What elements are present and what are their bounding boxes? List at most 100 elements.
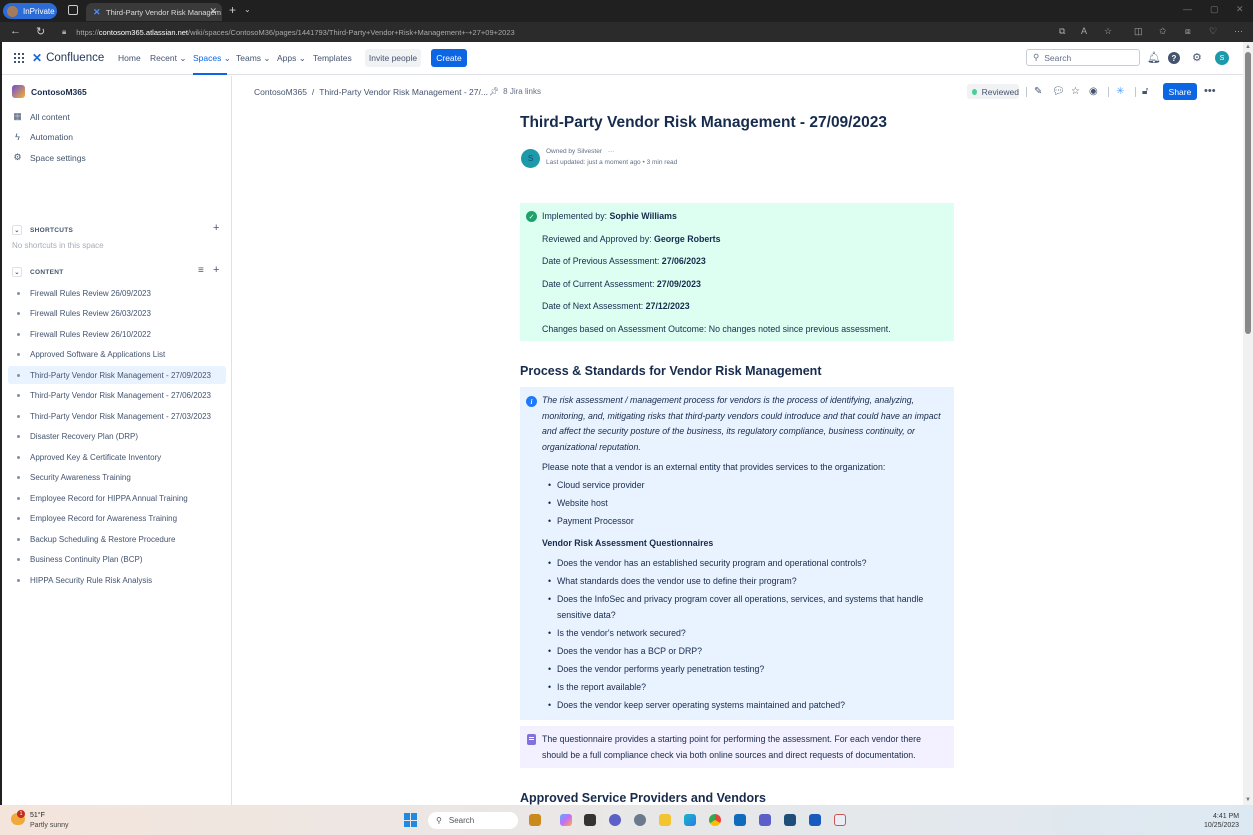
notifications-icon[interactable]: 🔔︎: [1147, 51, 1161, 64]
user-avatar[interactable]: S: [1215, 51, 1229, 65]
favorites-icon[interactable]: ✩: [1159, 26, 1167, 37]
url-field[interactable]: 🔒︎ https://contosom365.atlassian.net/wik…: [62, 25, 1062, 39]
star-icon[interactable]: ☆: [1071, 86, 1080, 97]
nav-spaces[interactable]: Spaces ⌄: [193, 53, 231, 64]
back-icon[interactable]: ←: [10, 25, 21, 37]
settings-app-icon[interactable]: [634, 814, 646, 826]
teams-icon[interactable]: [759, 814, 771, 826]
teams-chat-icon[interactable]: [609, 814, 621, 826]
sidebar-page-item[interactable]: Approved Software & Applications List: [8, 346, 226, 364]
sidebar-page-item[interactable]: Third-Party Vendor Risk Management - 27/…: [8, 366, 226, 384]
jira-links-button[interactable]: 📌︎ 8 Jira links: [489, 87, 541, 96]
weather-desc[interactable]: Partly sunny: [30, 822, 69, 829]
snipping-tool-icon[interactable]: [834, 814, 846, 826]
sidebar-page-item[interactable]: Business Continuity Plan (BCP): [8, 551, 226, 569]
nav-apps[interactable]: Apps ⌄: [277, 53, 306, 64]
owner-avatar[interactable]: S: [521, 149, 540, 168]
favorite-star-icon[interactable]: ☆: [1104, 26, 1112, 37]
scroll-up-icon[interactable]: ▲: [1245, 44, 1251, 50]
browser-essentials-icon[interactable]: ♡: [1209, 26, 1217, 37]
nav-teams[interactable]: Teams ⌄: [236, 53, 271, 64]
refresh-icon[interactable]: ↻: [36, 25, 45, 38]
split-screen-icon[interactable]: ◫: [1134, 26, 1143, 37]
maximize-icon[interactable]: ▢: [1210, 4, 1219, 15]
search-input[interactable]: ⚲ Search: [1026, 49, 1140, 66]
copilot-icon[interactable]: [560, 814, 572, 826]
app-available-icon[interactable]: ⧉: [1059, 26, 1065, 37]
help-icon[interactable]: ?: [1168, 52, 1180, 64]
sidebar-page-item[interactable]: Approved Key & Certificate Inventory: [8, 448, 226, 466]
breadcrumb-space-link[interactable]: ContosoM365: [254, 87, 307, 97]
chevron-down-icon[interactable]: ⌄: [12, 267, 22, 277]
close-window-icon[interactable]: ✕: [1236, 4, 1244, 15]
tab-list-chevron-icon[interactable]: ⌄: [244, 5, 251, 14]
tab-actions-icon[interactable]: [68, 5, 78, 15]
sidebar-page-item[interactable]: Employee Record for Awareness Training: [8, 510, 226, 528]
clock-date[interactable]: 10/25/2023: [1204, 822, 1239, 829]
collections-icon[interactable]: ⧈: [1185, 26, 1191, 37]
chevron-down-icon[interactable]: ⌄: [12, 225, 22, 235]
sidebar-page-item[interactable]: Third-Party Vendor Risk Management - 27/…: [8, 387, 226, 405]
sidebar-page-item[interactable]: Firewall Rules Review 26/10/2022: [8, 325, 226, 343]
filter-icon[interactable]: ≡: [198, 265, 204, 276]
breadcrumb-page-link[interactable]: Third-Party Vendor Risk Management - 27/…: [319, 87, 488, 97]
edge-icon[interactable]: [684, 814, 696, 826]
windows-start-icon[interactable]: [404, 813, 418, 827]
more-actions-icon[interactable]: •••: [1204, 85, 1216, 97]
edit-pencil-icon[interactable]: ✎: [1034, 86, 1042, 97]
invite-people-button[interactable]: Invite people: [365, 49, 421, 67]
browser-tab-active[interactable]: ✕ Third-Party Vendor Risk Managem ✕: [86, 3, 222, 21]
sidebar-item-space-settings[interactable]: ⚙ Space settings: [12, 152, 85, 163]
briefcase-app-icon[interactable]: [529, 814, 541, 826]
word-icon[interactable]: [809, 814, 821, 826]
sidebar-page-item[interactable]: HIPPA Security Rule Risk Analysis: [8, 571, 226, 589]
minimize-icon[interactable]: —: [1183, 4, 1192, 14]
read-aloud-icon[interactable]: A: [1081, 26, 1087, 36]
sidebar-page-item[interactable]: Third-Party Vendor Risk Management - 27/…: [8, 407, 226, 425]
browser-menu-icon[interactable]: ···: [1234, 26, 1243, 36]
outlook-icon[interactable]: [734, 814, 746, 826]
add-shortcut-icon[interactable]: +: [213, 222, 219, 234]
sidebar-page-item[interactable]: Disaster Recovery Plan (DRP): [8, 428, 226, 446]
new-tab-icon[interactable]: +: [229, 3, 236, 17]
sidebar-page-item[interactable]: Firewall Rules Review 26/03/2023: [8, 305, 226, 323]
sidebar-page-item[interactable]: Backup Scheduling & Restore Procedure: [8, 530, 226, 548]
inprivate-profile-button[interactable]: InPrivate: [3, 3, 57, 19]
page-scrollbar[interactable]: ▲ ▼: [1243, 42, 1253, 805]
shortcuts-section-header[interactable]: ⌄ SHORTCUTS: [12, 225, 73, 235]
chevron-down-icon: ⌄: [263, 53, 271, 63]
sidebar-page-item[interactable]: Firewall Rules Review 26/09/2023: [8, 284, 226, 302]
status-badge[interactable]: Reviewed: [967, 84, 1019, 99]
comment-icon[interactable]: 💬︎: [1052, 86, 1065, 97]
chrome-icon[interactable]: [709, 814, 721, 826]
file-explorer-icon[interactable]: [659, 814, 671, 826]
sidebar-item-all-content[interactable]: ▦ All content: [12, 111, 69, 122]
nav-templates[interactable]: Templates: [313, 53, 352, 63]
scrollbar-thumb[interactable]: [1245, 52, 1251, 334]
store-icon[interactable]: [784, 814, 796, 826]
create-button[interactable]: Create: [431, 49, 467, 67]
scroll-down-icon[interactable]: ▼: [1245, 797, 1251, 803]
bullet-icon: •: [548, 498, 552, 508]
clock-time[interactable]: 4:41 PM: [1213, 813, 1239, 820]
restrictions-lock-icon[interactable]: 🔓︎: [1142, 86, 1148, 97]
app-switcher-icon[interactable]: [14, 53, 24, 63]
taskbar-search[interactable]: ⚲ Search: [428, 812, 518, 829]
terminal-app-icon[interactable]: [584, 814, 596, 826]
byline-more-icon[interactable]: ···: [608, 148, 615, 155]
add-content-icon[interactable]: +: [213, 264, 219, 276]
content-section-header[interactable]: ⌄ CONTENT: [12, 267, 64, 277]
nav-recent[interactable]: Recent ⌄: [150, 53, 186, 64]
sidebar-page-item[interactable]: Security Awareness Training: [8, 469, 226, 487]
tab-close-icon[interactable]: ✕: [209, 6, 217, 17]
space-header[interactable]: ContosoM365: [12, 85, 87, 98]
sidebar-page-item[interactable]: Employee Record for HIPPA Annual Trainin…: [8, 489, 226, 507]
settings-gear-icon[interactable]: ⚙: [1192, 51, 1202, 64]
loom-icon[interactable]: ✳: [1116, 86, 1124, 97]
nav-home[interactable]: Home: [118, 53, 141, 63]
confluence-logo[interactable]: ✕ Confluence: [32, 51, 104, 65]
share-button[interactable]: Share: [1163, 83, 1197, 100]
weather-temp[interactable]: 51°F: [30, 812, 45, 819]
sidebar-item-automation[interactable]: ϟ Automation: [12, 132, 73, 142]
watch-eye-icon[interactable]: ◉: [1089, 86, 1098, 97]
